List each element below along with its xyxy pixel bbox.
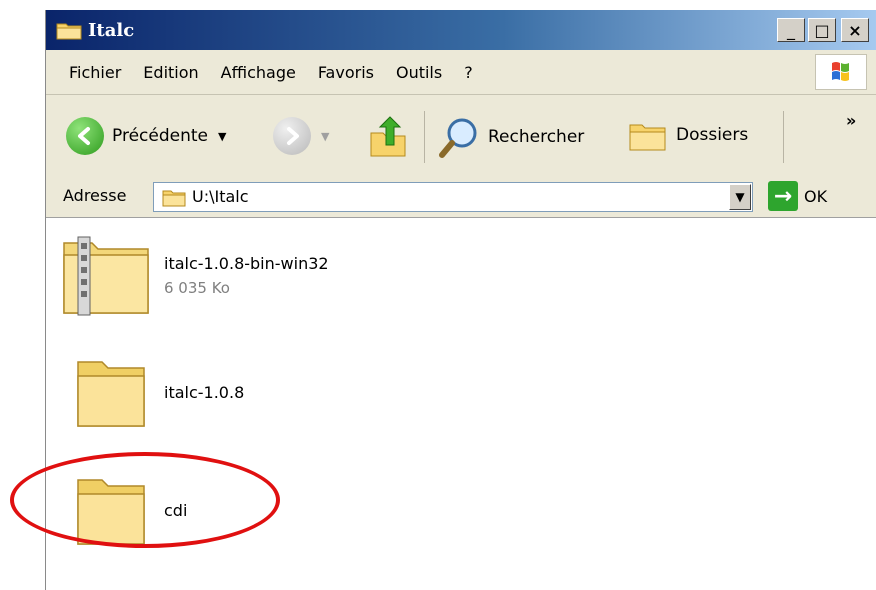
go-label: OK: [804, 186, 828, 206]
minimize-button[interactable]: _: [777, 18, 805, 42]
back-button[interactable]: Précédente ▼: [66, 117, 226, 155]
file-name: italc-1.0.8: [164, 383, 245, 402]
toolbar-separator: [783, 111, 784, 163]
menu-favoris[interactable]: Favoris: [318, 63, 374, 82]
menu-affichage[interactable]: Affichage: [221, 63, 296, 82]
back-dropdown-icon[interactable]: ▼: [218, 130, 226, 143]
toolbar-overflow-button[interactable]: »: [846, 111, 856, 130]
folder-icon: [56, 20, 82, 40]
menu-help[interactable]: ?: [464, 63, 473, 82]
folder-icon: [56, 350, 156, 435]
back-label: Précédente: [112, 126, 208, 146]
folder-icon: [162, 190, 186, 207]
window-title: Italc: [88, 19, 135, 41]
address-value: U:\Italc: [192, 187, 249, 206]
toolbar: Précédente ▼ ▼ Rechercher Dossiers »: [46, 95, 876, 178]
back-arrow-icon: [66, 117, 104, 155]
menu-edition[interactable]: Edition: [143, 63, 198, 82]
up-folder-button[interactable]: [368, 115, 408, 159]
forward-dropdown-icon[interactable]: ▼: [321, 130, 329, 143]
go-button[interactable]: → OK: [768, 181, 827, 211]
forward-button[interactable]: ▼: [273, 117, 329, 155]
address-input[interactable]: U:\Italc ▼: [153, 182, 753, 212]
search-label: Rechercher: [488, 127, 585, 147]
go-arrow-icon: →: [768, 181, 798, 211]
folders-icon: [629, 124, 666, 151]
folders-button[interactable]: Dossiers: [628, 117, 748, 153]
up-folder-icon: [370, 116, 406, 157]
search-button[interactable]: Rechercher: [438, 115, 584, 159]
address-dropdown-button[interactable]: ▼: [729, 184, 751, 210]
search-icon: [439, 118, 477, 158]
address-label: Adresse: [63, 186, 127, 205]
title-bar[interactable]: Italc _ □ ×: [46, 10, 876, 50]
file-name: italc-1.0.8-bin-win32: [164, 254, 329, 273]
maximize-button[interactable]: □: [808, 18, 836, 42]
file-size: 6 035 Ko: [164, 279, 230, 297]
list-item[interactable]: italc-1.0.8: [56, 350, 244, 435]
zip-folder-icon: [56, 233, 156, 318]
folders-label: Dossiers: [676, 125, 749, 145]
toolbar-separator: [424, 111, 425, 163]
menu-bar: Fichier Edition Affichage Favoris Outils…: [46, 50, 876, 95]
list-item[interactable]: italc-1.0.8-bin-win32 6 035 Ko: [56, 233, 329, 318]
menu-outils[interactable]: Outils: [396, 63, 442, 82]
highlight-ellipse: [10, 452, 280, 548]
windows-logo-icon: [815, 54, 867, 90]
forward-arrow-icon: [273, 117, 311, 155]
address-bar: Adresse U:\Italc ▼ → OK: [46, 177, 876, 218]
close-button[interactable]: ×: [841, 18, 869, 42]
menu-fichier[interactable]: Fichier: [69, 63, 121, 82]
